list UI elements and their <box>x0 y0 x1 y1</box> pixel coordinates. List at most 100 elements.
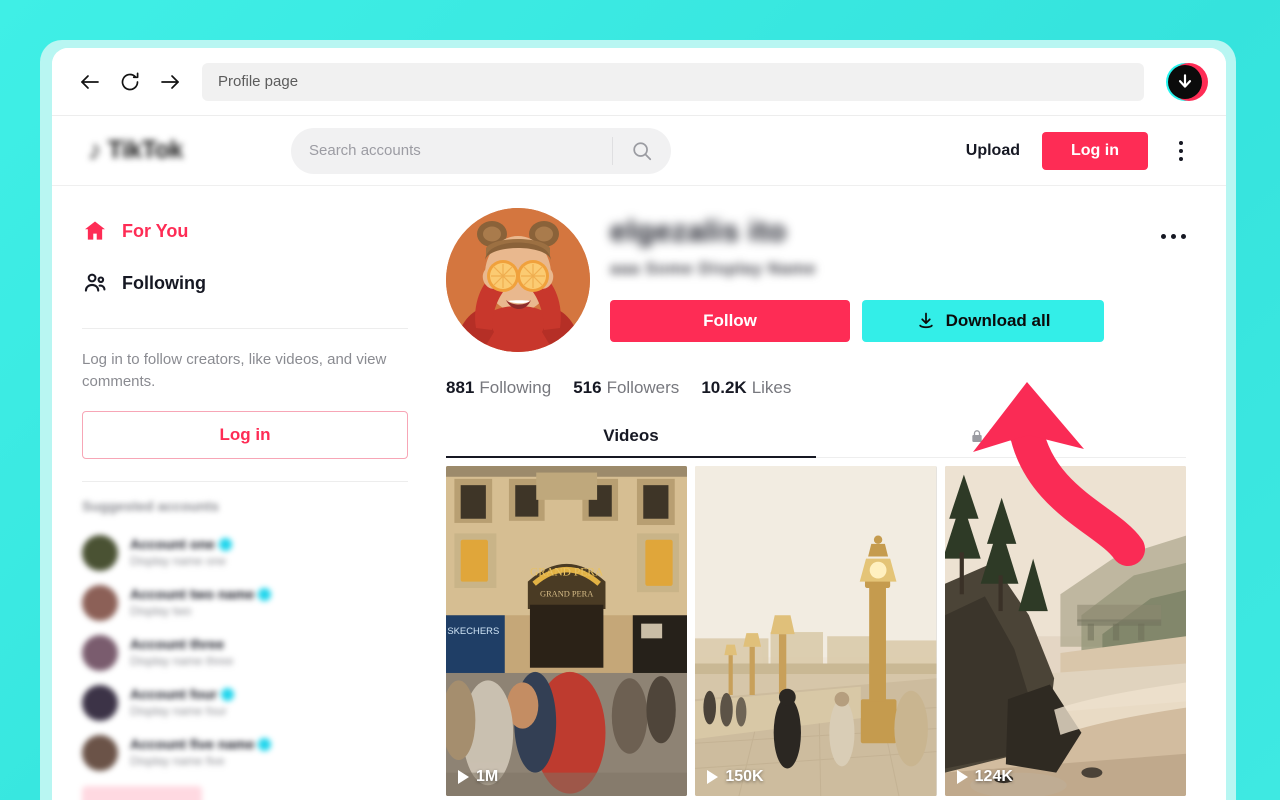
video-thumbnail[interactable]: 150K <box>695 466 937 796</box>
site-header: ♪ TikTok Upload Log in <box>52 116 1226 186</box>
page-canvas: Profile page ♪ TikTok Search accounts Up… <box>0 0 1280 800</box>
people-icon <box>84 273 106 292</box>
profile-action-buttons: Follow Download all <box>610 300 1186 342</box>
upload-button[interactable]: Upload <box>966 142 1020 160</box>
stat-likes-label: Likes <box>751 378 792 397</box>
suggested-name: Account two name <box>130 586 408 602</box>
avatar <box>82 685 118 721</box>
follow-button[interactable]: Follow <box>610 300 850 342</box>
back-button[interactable] <box>70 62 110 102</box>
home-icon <box>85 221 105 240</box>
browser-toolbar: Profile page <box>52 48 1226 116</box>
tab-videos[interactable]: Videos <box>446 426 816 458</box>
video-thumb-image <box>695 466 937 796</box>
download-icon <box>918 312 933 329</box>
suggested-subtitle: Display name three <box>130 654 234 668</box>
sidebar-item-for-you[interactable]: For You <box>82 208 408 254</box>
video-thumbnail[interactable]: GRAND PERA GRAND PERA SKECHERS 1M <box>446 466 688 796</box>
profile-main: elgezalis ito aaa Some Display Name Foll… <box>438 186 1226 800</box>
avatar <box>82 635 118 671</box>
login-prompt-text: Log in to follow creators, like videos, … <box>82 351 387 390</box>
music-note-icon: ♪ <box>88 135 102 165</box>
search-icon <box>633 141 652 160</box>
avatar <box>82 735 118 771</box>
tab-liked-label: Liked <box>988 426 1034 445</box>
lock-icon <box>972 430 982 442</box>
video-thumbnail[interactable]: 124K <box>944 466 1186 796</box>
video-grid: GRAND PERA GRAND PERA SKECHERS 1M 150K 1… <box>446 466 1186 796</box>
avatar-image <box>446 208 590 352</box>
sidebar: For You Following Log in to follow creat… <box>52 186 438 800</box>
stat-following-label: Following <box>479 378 552 397</box>
list-item[interactable]: Account five name Display name five <box>82 728 408 778</box>
stat-followers: 516 Followers <box>573 378 679 398</box>
suggested-name: Account three <box>130 636 225 652</box>
play-icon <box>956 770 968 784</box>
header-login-button[interactable]: Log in <box>1042 131 1148 170</box>
address-text: Profile page <box>218 73 299 90</box>
profile-username: elgezalis ito <box>610 215 787 248</box>
search-input[interactable] <box>291 142 612 159</box>
suggested-accounts-heading: Suggested accounts <box>82 498 219 514</box>
search-bar <box>291 127 671 174</box>
profile-stats: 881 Following 516 Followers 10.2K Likes <box>446 378 1186 398</box>
verified-badge-icon <box>258 587 272 601</box>
avatar <box>82 585 118 621</box>
video-thumb-image <box>944 466 1186 796</box>
profile-avatar[interactable] <box>446 208 590 352</box>
stat-followers-label: Followers <box>606 378 680 397</box>
video-thumb-image: GRAND PERA GRAND PERA SKECHERS <box>446 466 688 796</box>
stat-likes: 10.2K Likes <box>701 378 791 398</box>
browser-window: Profile page ♪ TikTok Search accounts Up… <box>52 48 1226 800</box>
stat-likes-value: 10.2K <box>701 378 747 397</box>
arrow-right-icon <box>161 74 179 89</box>
download-extension-icon <box>1168 64 1202 99</box>
suggested-name: Account one <box>130 536 408 552</box>
play-icon <box>707 770 719 784</box>
reload-icon <box>121 72 139 90</box>
svg-text:GRAND PERA: GRAND PERA <box>530 566 604 578</box>
svg-text:GRAND PERA: GRAND PERA <box>540 589 593 598</box>
address-bar[interactable]: Profile page <box>202 62 1144 101</box>
sidebar-login-button[interactable]: Log in <box>82 411 408 459</box>
profile-identity: elgezalis ito aaa Some Display Name Foll… <box>610 208 1186 342</box>
tiktok-logo[interactable]: ♪ TikTok <box>88 134 218 168</box>
more-vertical-icon[interactable] <box>1170 134 1192 168</box>
see-all-button[interactable] <box>82 786 202 800</box>
list-item[interactable]: Account two name Display two <box>82 578 408 628</box>
download-all-button[interactable]: Download all <box>862 300 1104 342</box>
svg-text:SKECHERS: SKECHERS <box>447 626 499 637</box>
video-view-count: 1M <box>458 768 498 786</box>
stat-followers-value: 516 <box>573 378 602 397</box>
video-view-count: 124K <box>956 768 1013 786</box>
sidebar-label-following: Following <box>122 272 206 293</box>
more-horizontal-icon[interactable] <box>1161 234 1186 239</box>
sidebar-item-following[interactable]: Following <box>82 260 408 306</box>
extension-button[interactable] <box>1166 61 1208 103</box>
video-view-count: 150K <box>707 768 764 786</box>
sidebar-divider-2 <box>82 481 408 482</box>
verified-badge-icon <box>218 537 232 551</box>
logo-wordmark: TikTok <box>107 136 184 164</box>
list-item[interactable]: Account four Display name four <box>82 678 408 728</box>
view-count-label: 1M <box>476 768 499 785</box>
suggested-name: Account four <box>130 686 408 702</box>
forward-button[interactable] <box>150 62 190 102</box>
stat-following-value: 881 <box>446 378 475 397</box>
sidebar-label-for-you: For You <box>122 220 189 241</box>
stat-following: 881 Following <box>446 378 551 398</box>
avatar <box>82 535 118 571</box>
search-button[interactable] <box>613 128 671 174</box>
tab-liked[interactable]: Liked <box>816 426 1186 457</box>
profile-header: elgezalis ito aaa Some Display Name Foll… <box>446 208 1186 352</box>
suggested-name: Account five name <box>130 736 408 752</box>
list-item[interactable]: Account one Display name one <box>82 528 408 578</box>
sidebar-divider <box>82 328 408 329</box>
suggested-subtitle: Display name one <box>130 554 227 568</box>
suggested-subtitle: Display name five <box>130 754 225 768</box>
suggested-subtitle: Display name four <box>130 704 227 718</box>
reload-button[interactable] <box>110 62 150 102</box>
play-icon <box>458 770 469 784</box>
view-count-label: 150K <box>725 768 764 785</box>
list-item[interactable]: Account three Display name three <box>82 628 408 678</box>
